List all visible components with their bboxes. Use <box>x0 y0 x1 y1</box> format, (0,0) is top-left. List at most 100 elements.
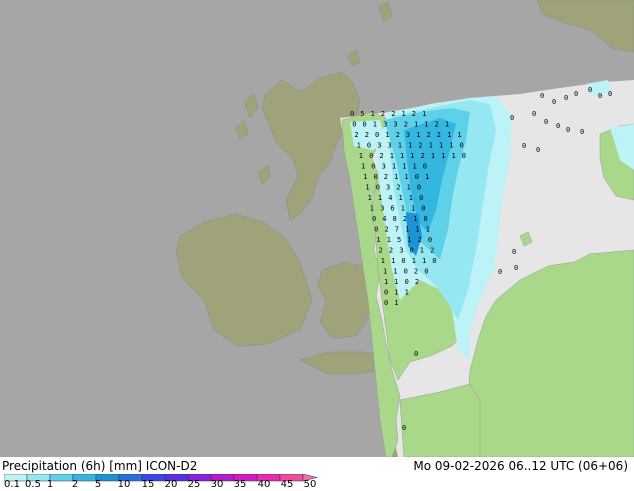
grid-value: 3 <box>388 142 392 150</box>
colorbar-label: 10 <box>117 479 131 490</box>
grid-value-zero: 0 <box>536 146 540 154</box>
grid-value: 3 <box>377 142 381 150</box>
grid-value: 2 <box>396 184 400 192</box>
grid-value: 0 <box>424 215 428 223</box>
grid-value: 1 <box>363 173 367 181</box>
grid-value: 1 <box>416 131 420 139</box>
grid-value: 2 <box>415 278 419 286</box>
grid-value-zero: 0 <box>566 126 570 134</box>
grid-value: 1 <box>404 173 408 181</box>
grid-value: 1 <box>407 236 411 244</box>
grid-value: 3 <box>406 131 410 139</box>
grid-value: 0 <box>384 299 388 307</box>
grid-value-zero: 0 <box>510 114 514 122</box>
grid-value: 0 <box>367 142 371 150</box>
grid-value: 1 <box>391 257 395 265</box>
grid-value: 2 <box>421 152 425 160</box>
grid-value: 1 <box>394 173 398 181</box>
grid-value: 1 <box>411 205 415 213</box>
grid-value: 1 <box>407 184 411 192</box>
grid-value: 2 <box>379 247 383 255</box>
colorbar-label: 20 <box>164 479 178 490</box>
grid-value: 6 <box>390 205 394 213</box>
grid-value-zero: 0 <box>514 264 518 272</box>
grid-value: 1 <box>441 152 445 160</box>
grid-value-zero: 0 <box>598 92 602 100</box>
grid-value: 1 <box>415 226 419 234</box>
legend-footer: Precipitation (6h) [mm] ICON-D2 Mo 09-02… <box>0 457 634 490</box>
grid-value: 1 <box>422 110 426 118</box>
grid-value: 1 <box>394 278 398 286</box>
grid-value-zero: 0 <box>544 118 548 126</box>
colorbar-label: 45 <box>280 479 294 490</box>
grid-value: 2 <box>403 215 407 223</box>
grid-value: 0 <box>374 173 378 181</box>
grid-value: 1 <box>405 226 409 234</box>
grid-value: 0 <box>401 257 405 265</box>
grid-value: 1 <box>431 152 435 160</box>
forecast-map: 0512212100133211212201231221110331121110… <box>0 0 634 457</box>
grid-value: 1 <box>452 152 456 160</box>
grid-value: 0 <box>352 121 356 129</box>
grid-value: 8 <box>393 215 397 223</box>
grid-value: 1 <box>359 152 363 160</box>
grid-value: 1 <box>399 194 403 202</box>
grid-value: 1 <box>390 152 394 160</box>
grid-value-zero: 0 <box>498 268 502 276</box>
grid-value: 1 <box>420 247 424 255</box>
colorbar-label: 50 <box>303 479 317 490</box>
grid-value: 1 <box>449 142 453 150</box>
grid-value: 3 <box>382 163 386 171</box>
grid-value: 0 <box>374 226 378 234</box>
grid-value: 0 <box>405 278 409 286</box>
grid-value: 0 <box>369 152 373 160</box>
grid-value: 1 <box>373 121 377 129</box>
grid-value: 1 <box>378 194 382 202</box>
grid-value: 1 <box>357 142 361 150</box>
grid-value: 1 <box>402 110 406 118</box>
grid-value: 0 <box>350 110 354 118</box>
grid-value: 0 <box>410 247 414 255</box>
colorbar-label: 40 <box>257 479 271 490</box>
grid-value: 1 <box>414 121 418 129</box>
grid-value: 1 <box>410 152 414 160</box>
grid-value: 0 <box>371 163 375 171</box>
grid-value: 1 <box>424 121 428 129</box>
grid-value: 1 <box>381 257 385 265</box>
grid-value: 1 <box>365 184 369 192</box>
grid-value: 1 <box>402 163 406 171</box>
grid-value-zero: 0 <box>574 90 578 98</box>
grid-value: 1 <box>429 142 433 150</box>
grid-value: 3 <box>386 184 390 192</box>
grid-value: 0 <box>404 268 408 276</box>
grid-value: 1 <box>422 257 426 265</box>
grid-value: 2 <box>414 268 418 276</box>
grid-value: 1 <box>447 131 451 139</box>
grid-value-zero: 0 <box>588 86 592 94</box>
grid-value: 5 <box>397 236 401 244</box>
grid-value: 2 <box>391 110 395 118</box>
grid-value: 1 <box>371 110 375 118</box>
grid-value: 1 <box>439 142 443 150</box>
colorbar-label: 0.5 <box>25 479 41 490</box>
grid-value: 3 <box>399 247 403 255</box>
grid-value: 2 <box>435 121 439 129</box>
colorbar-label: 35 <box>233 479 247 490</box>
colorbar-labels: 0.1 0.5 1 2 5 10 15 20 25 30 35 40 45 50 <box>0 479 634 491</box>
colorbar-label: 0.1 <box>4 479 20 490</box>
grid-value: 2 <box>430 247 434 255</box>
grid-value: 0 <box>432 257 436 265</box>
grid-value: 1 <box>457 131 461 139</box>
grid-value: 4 <box>382 215 386 223</box>
grid-value: 2 <box>384 173 388 181</box>
grid-value: 1 <box>368 194 372 202</box>
grid-value: 1 <box>426 226 430 234</box>
grid-value: 1 <box>425 173 429 181</box>
grid-value: 1 <box>445 121 449 129</box>
grid-value: 2 <box>396 131 400 139</box>
grid-value-zero: 0 <box>540 92 544 100</box>
grid-value: 0 <box>384 289 388 297</box>
grid-value-zero: 0 <box>580 128 584 136</box>
grid-value: 1 <box>413 215 417 223</box>
grid-value: 1 <box>398 142 402 150</box>
